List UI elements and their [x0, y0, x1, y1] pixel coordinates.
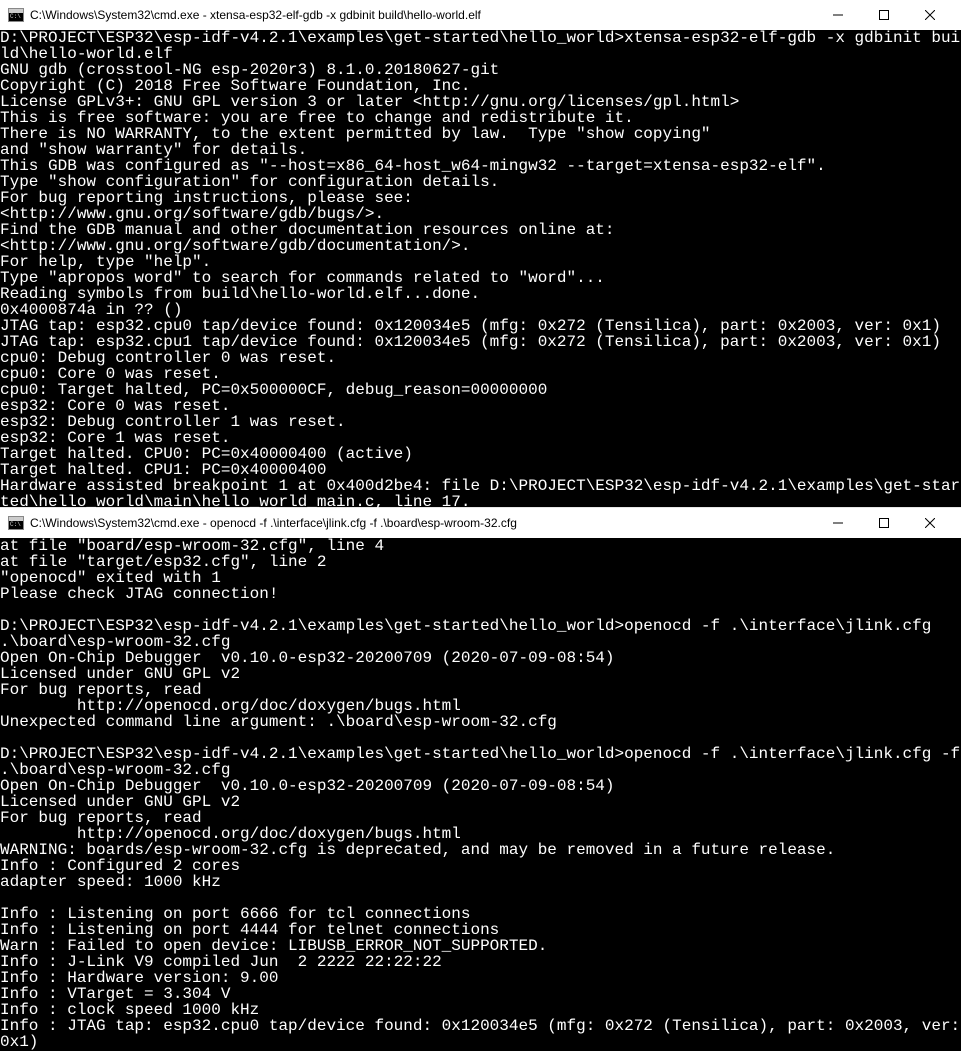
cmd-icon: [8, 516, 24, 530]
cmd-window-gdb: C:\Windows\System32\cmd.exe - xtensa-esp…: [0, 0, 961, 507]
close-button[interactable]: [907, 0, 953, 30]
window-controls: [815, 0, 953, 30]
terminal-output[interactable]: D:\PROJECT\ESP32\esp-idf-v4.2.1\examples…: [0, 30, 961, 507]
minimize-button[interactable]: [815, 0, 861, 30]
cmd-window-openocd: C:\Windows\System32\cmd.exe - openocd -f…: [0, 508, 961, 1043]
titlebar[interactable]: C:\Windows\System32\cmd.exe - xtensa-esp…: [0, 0, 961, 30]
window-title: C:\Windows\System32\cmd.exe - openocd -f…: [30, 516, 815, 530]
maximize-button[interactable]: [861, 0, 907, 30]
close-button[interactable]: [907, 508, 953, 538]
window-title: C:\Windows\System32\cmd.exe - xtensa-esp…: [30, 8, 815, 22]
minimize-button[interactable]: [815, 508, 861, 538]
terminal-output[interactable]: at file "board/esp-wroom-32.cfg", line 4…: [0, 538, 961, 1043]
cmd-icon: [8, 8, 24, 22]
titlebar[interactable]: C:\Windows\System32\cmd.exe - openocd -f…: [0, 508, 961, 538]
maximize-button[interactable]: [861, 508, 907, 538]
window-controls: [815, 508, 953, 538]
